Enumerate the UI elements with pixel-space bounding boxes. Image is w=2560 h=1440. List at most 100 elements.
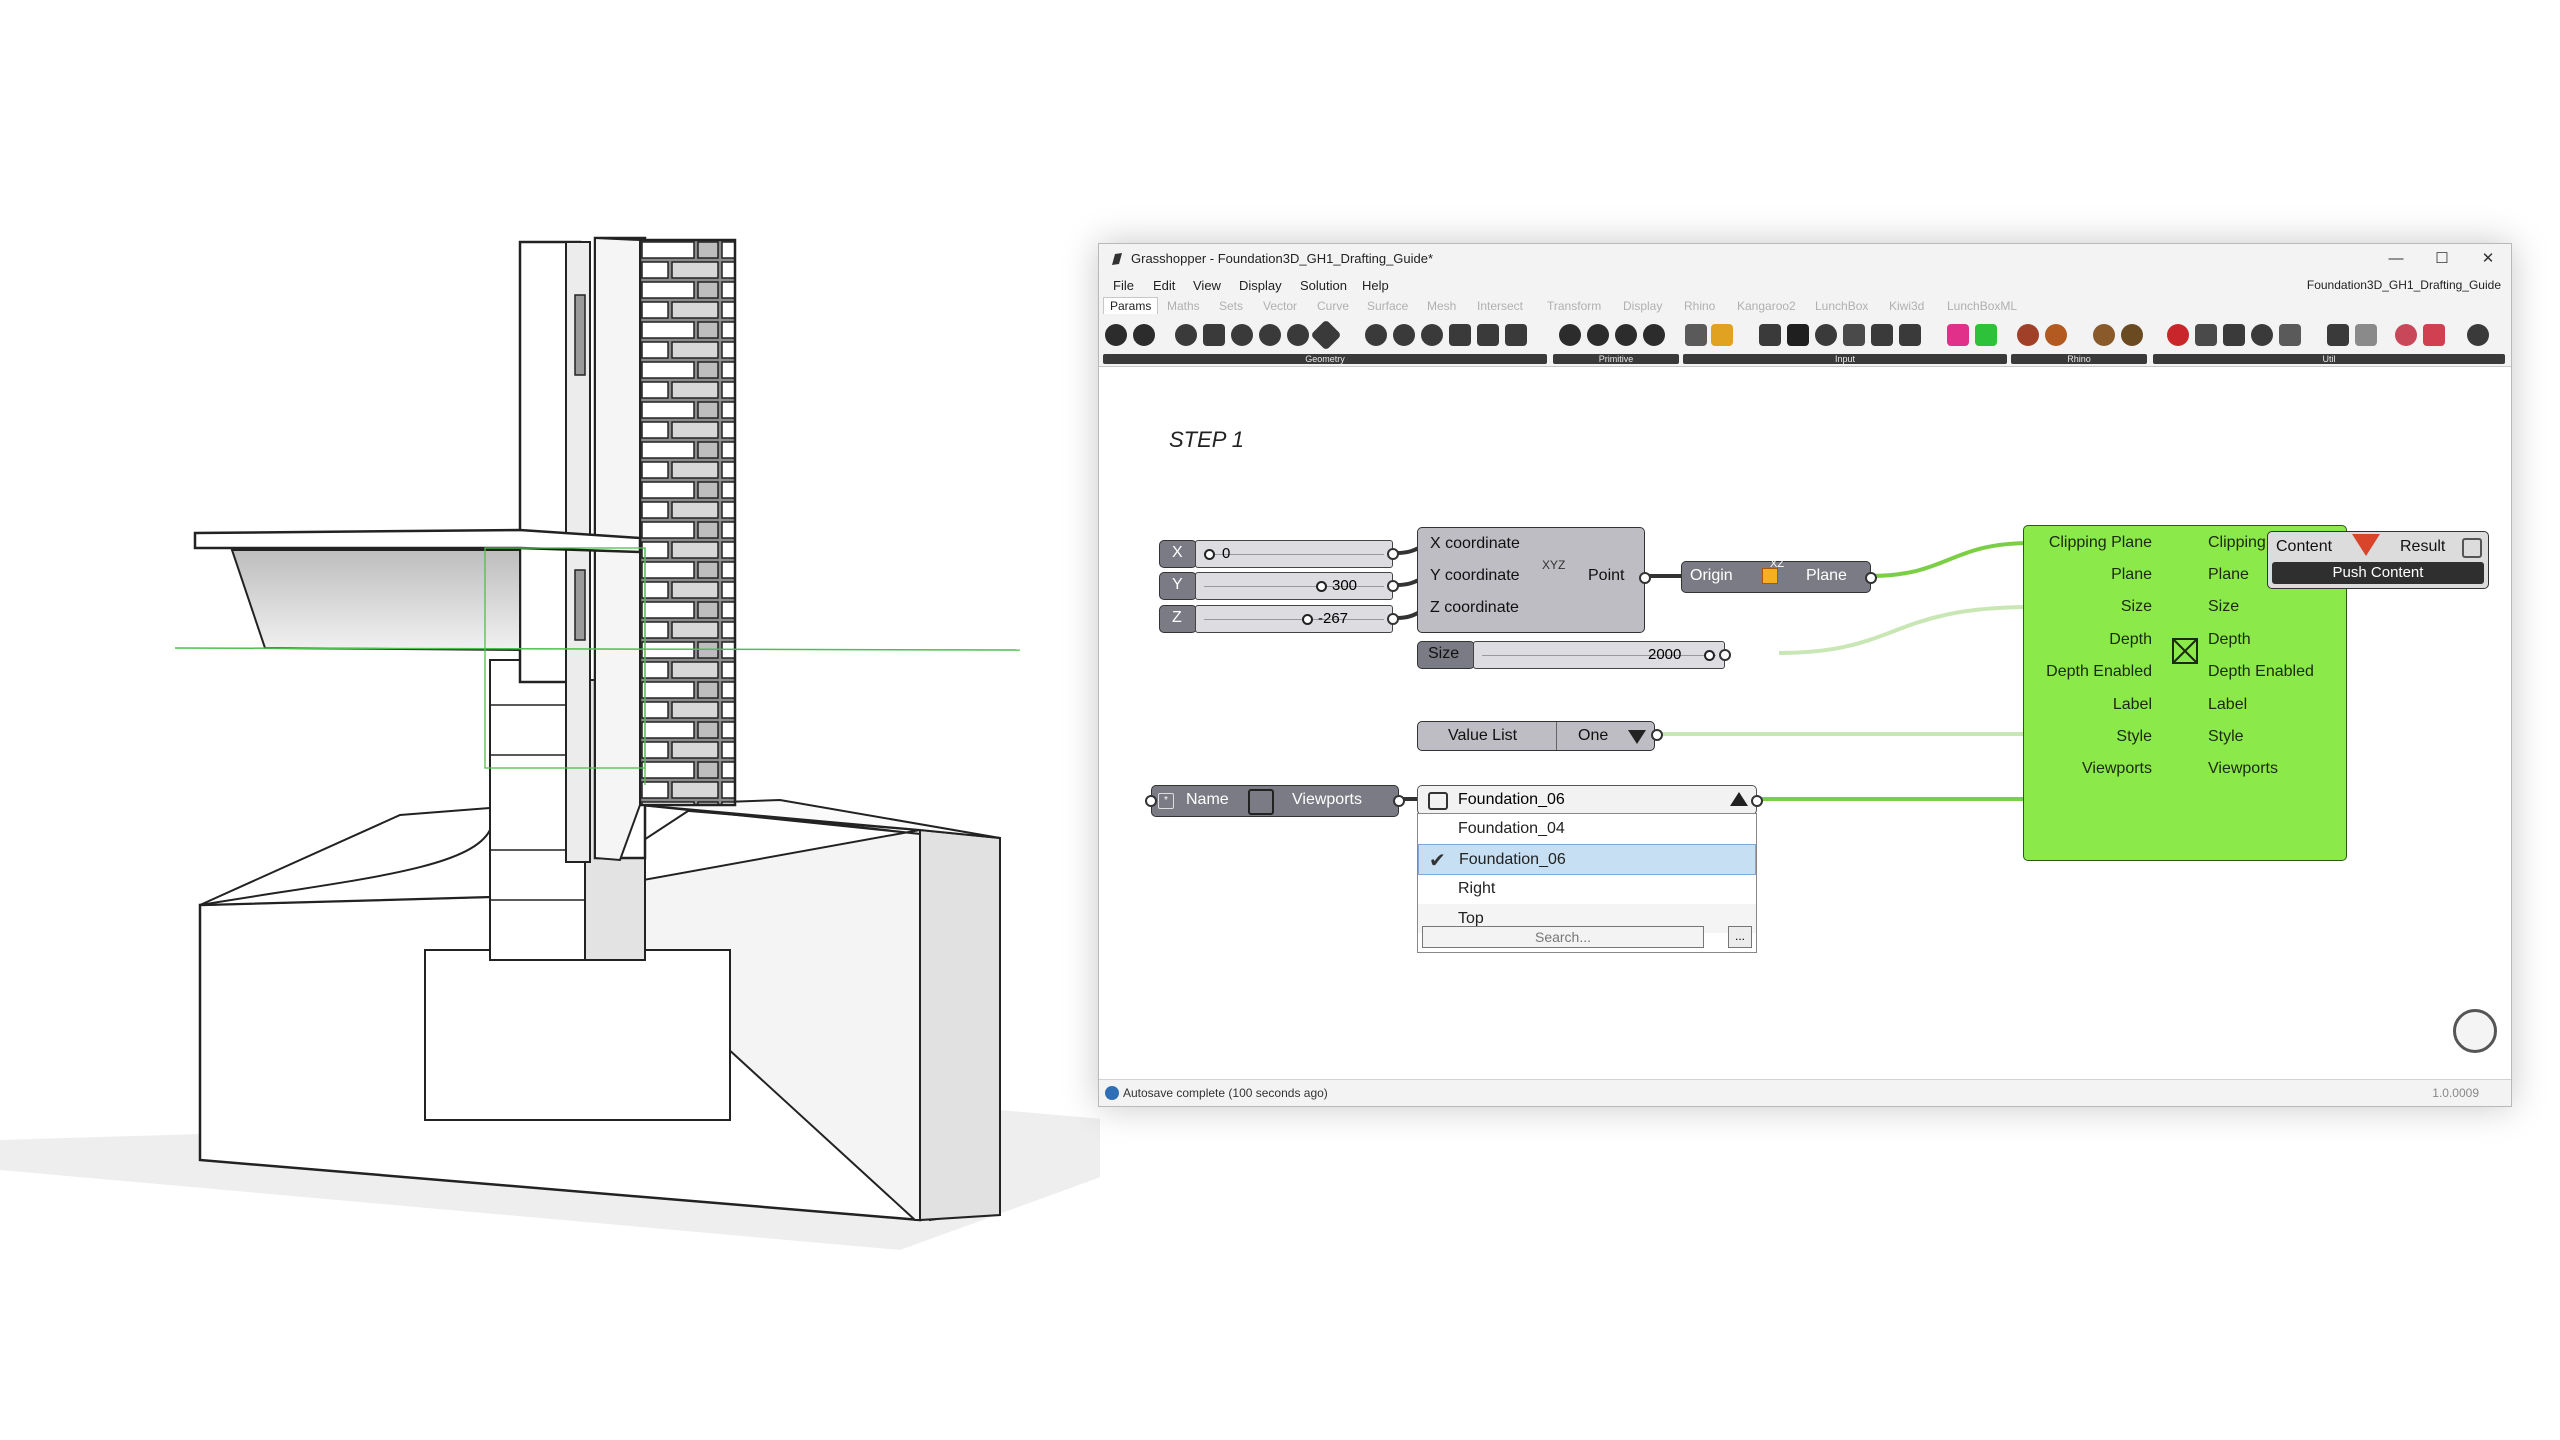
dropdown-search-input[interactable]: Search...: [1422, 926, 1704, 948]
in-viewports[interactable]: Viewports: [2082, 760, 2152, 778]
line-icon[interactable]: [1203, 324, 1225, 346]
out-viewports[interactable]: Viewports: [2208, 760, 2278, 778]
menu-edit[interactable]: Edit: [1153, 278, 1175, 293]
geometry-icon[interactable]: [1105, 324, 1127, 346]
out-depth[interactable]: Depth: [2208, 631, 2251, 649]
ribbon-group-primitive[interactable]: Primitive: [1553, 354, 1679, 364]
rhino-layer-icon[interactable]: [2045, 324, 2067, 346]
viewports-node[interactable]: * Name Viewports: [1151, 785, 1399, 817]
slider-x-output[interactable]: [1387, 548, 1399, 560]
construct-point-output-port[interactable]: [1639, 572, 1651, 584]
number-icon[interactable]: [1615, 324, 1637, 346]
arrow-right-icon[interactable]: [2327, 324, 2349, 346]
cluster-icon[interactable]: [2279, 324, 2301, 346]
viewports-input-port[interactable]: [1145, 795, 1157, 807]
box-icon[interactable]: [1449, 324, 1471, 346]
input-x-coordinate[interactable]: X coordinate: [1430, 535, 1520, 553]
minimize-button[interactable]: —: [2373, 244, 2419, 274]
tab-intersect[interactable]: Intersect: [1477, 299, 1523, 313]
out-label[interactable]: Label: [2208, 696, 2247, 714]
cherries-icon[interactable]: [2167, 324, 2189, 346]
input-y-coordinate[interactable]: Y coordinate: [1430, 567, 1520, 585]
grasshopper-canvas[interactable]: STEP 1 X 0 Y 300 Z -267 X coordinate Y c…: [1099, 367, 2511, 1079]
tab-lunchbox[interactable]: LunchBox: [1815, 299, 1868, 313]
in-label[interactable]: Label: [2113, 696, 2152, 714]
slider-x-knob[interactable]: [1204, 549, 1215, 560]
maximize-button[interactable]: ☐: [2419, 244, 2465, 274]
ribbon-group-input[interactable]: Input: [1683, 354, 2007, 364]
slider-z-output[interactable]: [1387, 613, 1399, 625]
output-point[interactable]: Point: [1588, 567, 1624, 585]
menu-solution[interactable]: Solution: [1300, 278, 1347, 293]
relay-icon[interactable]: [2251, 324, 2273, 346]
out-size[interactable]: Size: [2208, 598, 2239, 616]
brep-icon[interactable]: [1393, 324, 1415, 346]
group-icon[interactable]: [1505, 324, 1527, 346]
input-z-coordinate[interactable]: Z coordinate: [1430, 599, 1519, 617]
tab-transform[interactable]: Transform: [1547, 299, 1601, 313]
mesh-icon[interactable]: [1421, 324, 1443, 346]
in-style[interactable]: Style: [2116, 728, 2152, 746]
data-dam-icon[interactable]: [2195, 324, 2217, 346]
menu-file[interactable]: File: [1113, 278, 1134, 293]
sphere-icon[interactable]: [2093, 324, 2115, 346]
slider-z[interactable]: -267: [1195, 605, 1393, 633]
slider-z-knob[interactable]: [1302, 614, 1313, 625]
dropdown-option-right[interactable]: Right: [1418, 874, 1756, 903]
point-icon[interactable]: [1133, 324, 1155, 346]
curve-icon[interactable]: [1259, 324, 1281, 346]
value-list-value[interactable]: One: [1578, 727, 1608, 745]
flask-icon[interactable]: [2395, 324, 2417, 346]
value-list-output[interactable]: [1651, 729, 1663, 741]
panel-icon[interactable]: [1759, 324, 1781, 346]
construct-point-node[interactable]: X coordinate Y coordinate Z coordinate X…: [1417, 527, 1645, 633]
rhino-object-icon[interactable]: [2017, 324, 2039, 346]
canvas-navigation-widget[interactable]: [2453, 1009, 2497, 1053]
list-icon[interactable]: [1871, 324, 1893, 346]
boolean-icon[interactable]: [1559, 324, 1581, 346]
input-origin[interactable]: Origin: [1690, 567, 1733, 585]
plane-icon[interactable]: [1310, 319, 1342, 351]
tab-display[interactable]: Display: [1623, 299, 1662, 313]
checklist-icon[interactable]: [1899, 324, 1921, 346]
color-wheel-icon[interactable]: [1975, 324, 1997, 346]
text-icon[interactable]: [1643, 324, 1665, 346]
circle-icon[interactable]: [1175, 324, 1197, 346]
out-style[interactable]: Style: [2208, 728, 2244, 746]
dome-icon[interactable]: [2121, 324, 2143, 346]
slider-size-output[interactable]: [1719, 649, 1731, 661]
menu-view[interactable]: View: [1193, 278, 1221, 293]
slider-y[interactable]: 300: [1195, 572, 1393, 600]
slider-y-output[interactable]: [1387, 580, 1399, 592]
arc-icon[interactable]: [1287, 324, 1309, 346]
input-content[interactable]: Content: [2276, 538, 2332, 556]
input-name[interactable]: Name: [1186, 791, 1229, 809]
in-clipping-plane[interactable]: Clipping Plane: [2049, 534, 2152, 552]
plane-output-port[interactable]: [1865, 572, 1877, 584]
tab-maths[interactable]: Maths: [1167, 299, 1200, 313]
surface-icon[interactable]: [1365, 324, 1387, 346]
tab-kangaroo2[interactable]: Kangaroo2: [1737, 299, 1796, 313]
output-plane[interactable]: Plane: [1806, 567, 1847, 585]
integer-icon[interactable]: [1587, 324, 1609, 346]
tab-kiwi3d[interactable]: Kiwi3d: [1889, 299, 1924, 313]
tab-curve[interactable]: Curve: [1317, 299, 1349, 313]
vector-icon[interactable]: [1231, 324, 1253, 346]
slider-size[interactable]: 2000: [1473, 641, 1725, 669]
close-button[interactable]: ✕: [2465, 244, 2511, 274]
tab-params[interactable]: Params: [1103, 297, 1159, 314]
field-icon[interactable]: [1477, 324, 1499, 346]
in-depth-enabled[interactable]: Depth Enabled: [2046, 663, 2152, 681]
push-content-node[interactable]: Content Result Push Content: [2267, 531, 2489, 589]
output-viewports[interactable]: Viewports: [1292, 791, 1362, 809]
output-result[interactable]: Result: [2400, 538, 2445, 556]
tree-icon[interactable]: [2223, 324, 2245, 346]
tab-surface[interactable]: Surface: [1367, 299, 1408, 313]
plane-node[interactable]: Origin XZ Plane: [1681, 558, 1871, 593]
dropdown-option-foundation-04[interactable]: Foundation_04: [1418, 814, 1756, 843]
gear-icon[interactable]: [2467, 324, 2489, 346]
value-list-node[interactable]: Value List One: [1417, 721, 1655, 751]
menu-help[interactable]: Help: [1362, 278, 1389, 293]
in-depth[interactable]: Depth: [2109, 631, 2152, 649]
out-plane[interactable]: Plane: [2208, 566, 2249, 584]
